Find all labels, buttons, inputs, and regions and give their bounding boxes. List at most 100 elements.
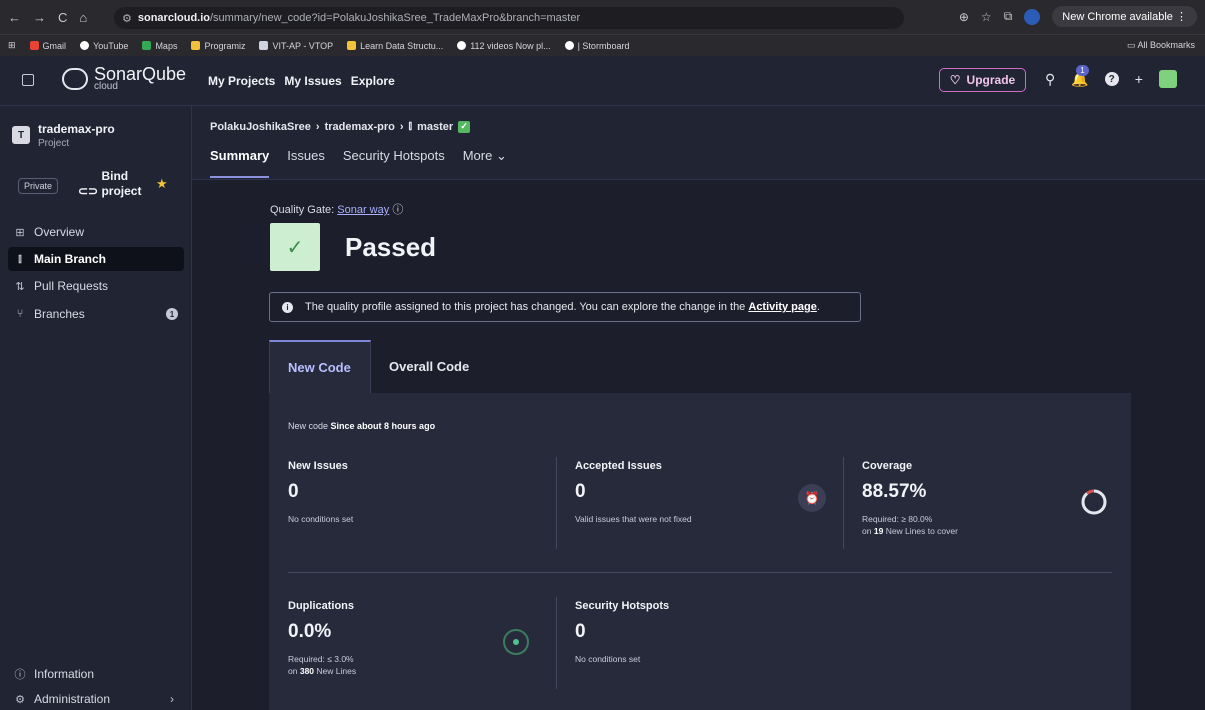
- breadcrumb-project[interactable]: trademax-pro: [325, 121, 395, 133]
- avatar[interactable]: [1158, 70, 1177, 88]
- code-tabs: New Code Overall Code: [269, 340, 487, 393]
- forward-icon[interactable]: →: [33, 10, 46, 25]
- project-name[interactable]: trademax-pro: [38, 122, 115, 136]
- extensions-icon[interactable]: ⧉: [1004, 9, 1013, 24]
- tab-new-code[interactable]: New Code: [269, 340, 371, 393]
- new-code-period: New code Since about 8 hours ago: [288, 421, 436, 431]
- folder-icon: ▭: [1126, 40, 1136, 50]
- plus-icon[interactable]: +: [1135, 71, 1143, 87]
- programiz-icon: [191, 41, 201, 50]
- gmail-icon: [29, 41, 39, 50]
- menu-my-issues[interactable]: My Issues: [284, 74, 341, 88]
- page-header: PolakuJoshikaSree › trademax-pro › ⫾ mas…: [192, 106, 1205, 180]
- link-icon: ⊂⊃: [78, 184, 99, 198]
- sidebar-item-overview[interactable]: ⊞ Overview: [8, 220, 184, 244]
- branches-icon: ⑂: [16, 308, 24, 320]
- sidebar-item-branches[interactable]: ⑂ Branches 1: [8, 302, 184, 326]
- help-icon[interactable]: ?: [1104, 72, 1119, 86]
- sidebar-item-administration[interactable]: ⚙ Administration ›: [8, 687, 184, 710]
- quality-profile-notice: i The quality profile assigned to this p…: [269, 292, 861, 322]
- app-header: SonarQube cloud My Projects My Issues Ex…: [0, 56, 1205, 106]
- bookmark[interactable]: | Stormboard: [564, 41, 629, 51]
- quality-gate-status-icon: ✓: [270, 223, 320, 271]
- browser-toolbar: ← → C ⌂ ⚙ sonarcloud.io /summary/new_cod…: [0, 0, 1205, 34]
- tab-overall-code[interactable]: Overall Code: [371, 340, 487, 393]
- quality-gate-status: Passed: [345, 232, 437, 262]
- project-type: Project: [38, 138, 70, 149]
- bookmark[interactable]: Learn Data Structu...: [347, 41, 443, 51]
- new-chrome-button[interactable]: New Chrome available ⋮: [1052, 6, 1197, 27]
- chevron-down-icon: ⌄: [495, 148, 507, 163]
- bookmark[interactable]: VIT-AP - VTOP: [259, 41, 333, 51]
- learn-icon: [347, 41, 357, 50]
- duplications-indicator-icon: [503, 629, 529, 655]
- breadcrumb-branch[interactable]: master: [417, 121, 453, 133]
- gem-icon: ♡: [949, 73, 961, 87]
- bookmark[interactable]: YouTube: [80, 41, 128, 51]
- tab-security-hotspots[interactable]: Security Hotspots: [343, 148, 445, 164]
- youtube-icon: [80, 41, 90, 50]
- main-menu: My Projects My Issues Explore: [208, 74, 395, 88]
- sidebar-item-main-branch[interactable]: ⫾ Main Branch: [8, 247, 184, 271]
- home-icon[interactable]: ⌂: [79, 10, 87, 25]
- bind-project-button[interactable]: ⊂⊃ Bind project: [78, 169, 151, 199]
- accepted-issues-icon: ⏰: [798, 484, 826, 512]
- sidebar-item-information[interactable]: ⓘ Information: [8, 662, 184, 686]
- profile-icon[interactable]: [1024, 8, 1041, 25]
- bookmark[interactable]: Gmail: [29, 41, 66, 51]
- tab-summary[interactable]: Summary: [210, 148, 270, 178]
- info-icon: i: [282, 301, 293, 313]
- apps-icon[interactable]: ⊞: [8, 40, 16, 51]
- all-bookmarks[interactable]: ▭ All Bookmarks: [1127, 40, 1195, 51]
- zoom-icon[interactable]: ⊕: [959, 10, 969, 24]
- menu-explore[interactable]: Explore: [351, 74, 395, 88]
- sidebar-toggle-icon[interactable]: [22, 74, 34, 86]
- info-icon: ⓘ: [14, 669, 26, 681]
- chevron-right-icon: ›: [170, 692, 174, 706]
- divider: [288, 572, 1112, 573]
- url-path: /summary/new_code?id=PolakuJoshikaSree_T…: [210, 12, 581, 24]
- upgrade-button[interactable]: ♡ Upgrade: [939, 68, 1026, 92]
- gear-icon: ⚙: [15, 693, 25, 706]
- metric-security-hotspots[interactable]: Security Hotspots 0 No conditions set: [575, 600, 669, 665]
- address-bar[interactable]: ⚙ sonarcloud.io /summary/new_code?id=Pol…: [114, 7, 904, 29]
- tab-more[interactable]: More ⌄: [463, 148, 507, 164]
- branches-count-badge: 1: [166, 308, 178, 320]
- info-icon[interactable]: ⓘ: [392, 204, 403, 216]
- bookmark[interactable]: 112 videos Now pl...: [457, 41, 551, 51]
- notifications-icon[interactable]: 🔔 1: [1071, 64, 1089, 88]
- search-icon[interactable]: ⚲: [1045, 71, 1055, 88]
- breadcrumb: PolakuJoshikaSree › trademax-pro › ⫾ mas…: [210, 120, 471, 133]
- divider: [556, 597, 557, 689]
- back-icon[interactable]: ←: [8, 10, 21, 25]
- metric-coverage[interactable]: Coverage 88.57% Required: ≥ 80.0% on 19 …: [862, 460, 958, 537]
- header-actions: ⚲ 🔔 1 ? +: [1045, 64, 1177, 88]
- sidebar-item-pull-requests[interactable]: ⇅ Pull Requests: [8, 274, 184, 298]
- notice-text: The quality profile assigned to this pro…: [305, 301, 746, 313]
- bookmark-star-icon[interactable]: ☆: [981, 10, 992, 24]
- activity-page-link[interactable]: Activity page: [748, 301, 816, 313]
- metric-accepted-issues[interactable]: Accepted Issues 0 Valid issues that were…: [575, 460, 692, 525]
- browser-nav: ← → C ⌂: [8, 10, 108, 25]
- reload-icon[interactable]: C: [58, 10, 67, 25]
- bookmark[interactable]: Programiz: [191, 41, 245, 51]
- bookmark[interactable]: Maps: [142, 41, 177, 51]
- url-host: sonarcloud.io: [137, 12, 210, 24]
- quality-gate-label: Quality Gate: Sonar way ⓘ: [270, 204, 404, 216]
- site-settings-icon[interactable]: ⚙: [122, 12, 132, 25]
- menu-my-projects[interactable]: My Projects: [208, 74, 275, 88]
- branch-icon: ⫾: [408, 120, 413, 132]
- metric-new-issues[interactable]: New Issues 0 No conditions set: [288, 460, 353, 525]
- favorite-star-icon[interactable]: ★: [156, 176, 168, 192]
- breadcrumb-org[interactable]: PolakuJoshikaSree: [210, 121, 311, 133]
- browser-actions: ⊕ ☆ ⧉ New Chrome available ⋮: [959, 6, 1197, 27]
- globe-icon: [457, 41, 467, 50]
- sonarqube-logo[interactable]: SonarQube cloud: [62, 65, 186, 92]
- branch-icon: ⫾: [18, 252, 22, 265]
- tab-issues[interactable]: Issues: [287, 148, 325, 164]
- project-avatar: T: [12, 126, 30, 144]
- metric-duplications[interactable]: Duplications 0.0% Required: ≤ 3.0% on 38…: [288, 600, 356, 677]
- private-badge: Private: [18, 178, 59, 194]
- cloud-icon: [62, 68, 88, 90]
- quality-gate-link[interactable]: Sonar way: [337, 204, 389, 216]
